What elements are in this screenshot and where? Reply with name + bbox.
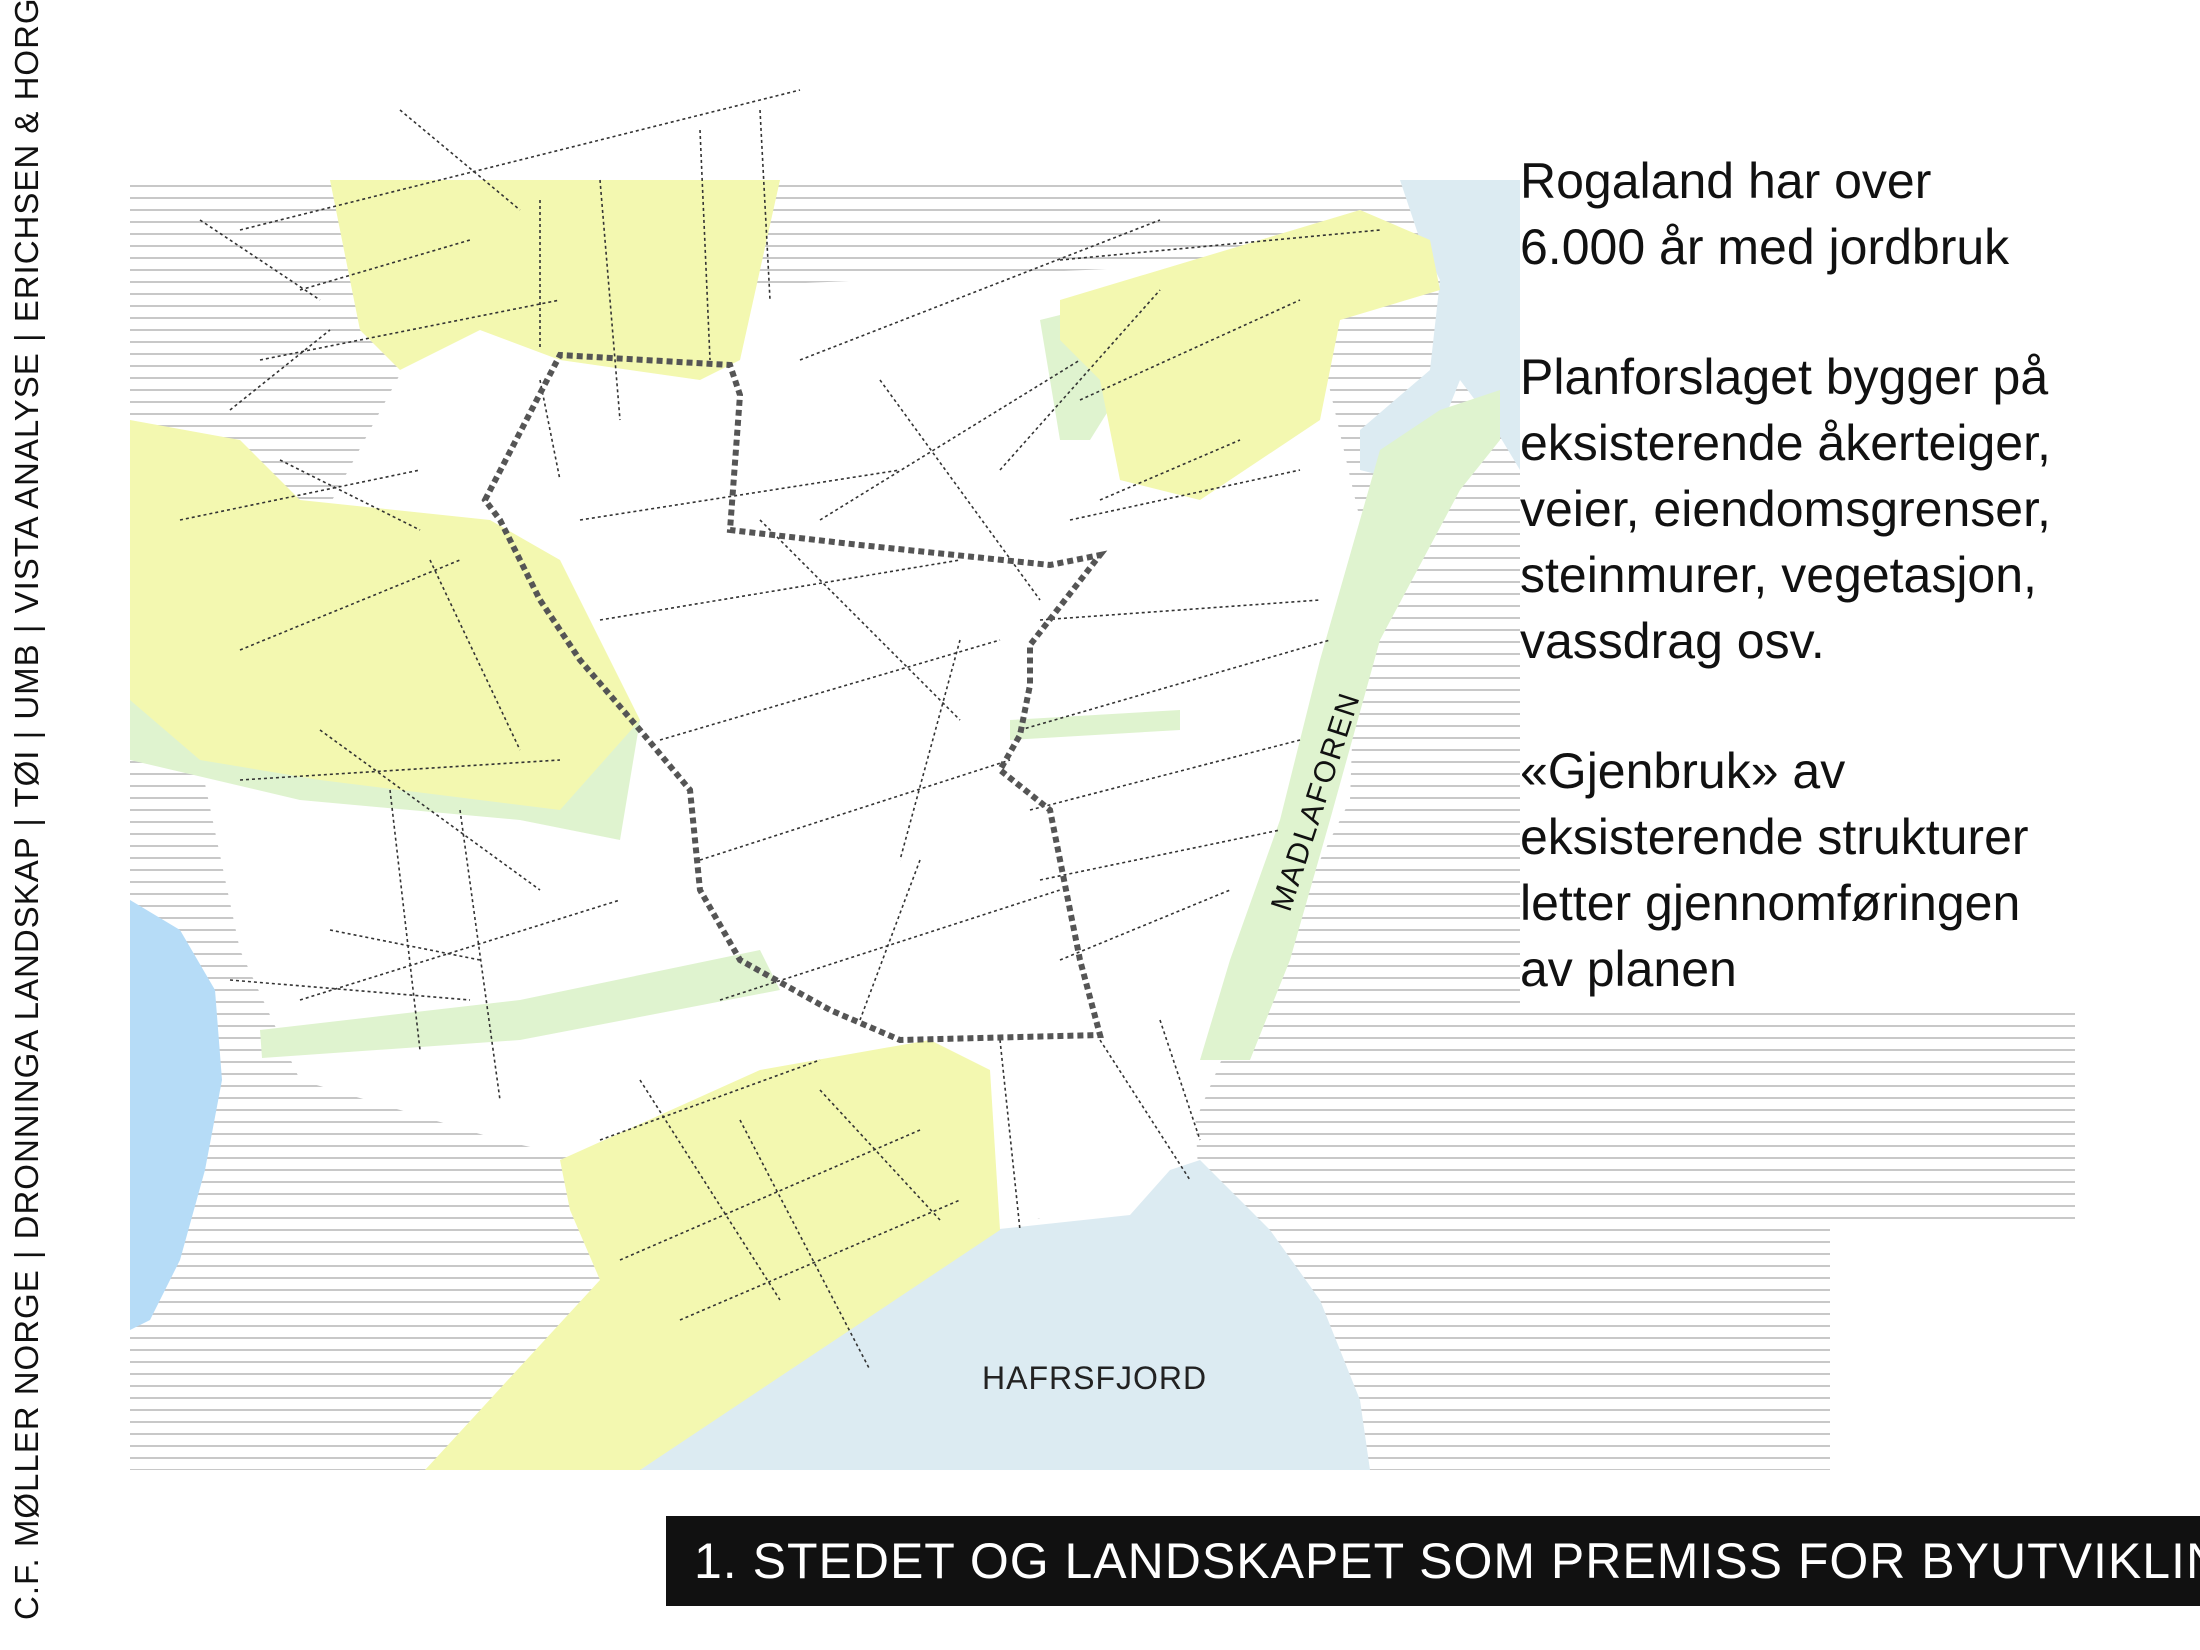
info-panel: Rogaland har over 6.000 år med jordbruk … xyxy=(1520,148,2180,1066)
info-paragraph-3: «Gjenbruk» av eksisterende strukturer le… xyxy=(1520,743,2029,997)
info-paragraph-2: Planforslaget bygger på eksisterende åke… xyxy=(1520,349,2051,669)
info-paragraph-1: Rogaland har over 6.000 år med jordbruk xyxy=(1520,153,2010,275)
label-hafrsfjord: HAFRSFJORD xyxy=(982,1360,1208,1396)
title-banner: 1. STEDET OG LANDSKAPET SOM PREMISS FOR … xyxy=(666,1516,2200,1606)
